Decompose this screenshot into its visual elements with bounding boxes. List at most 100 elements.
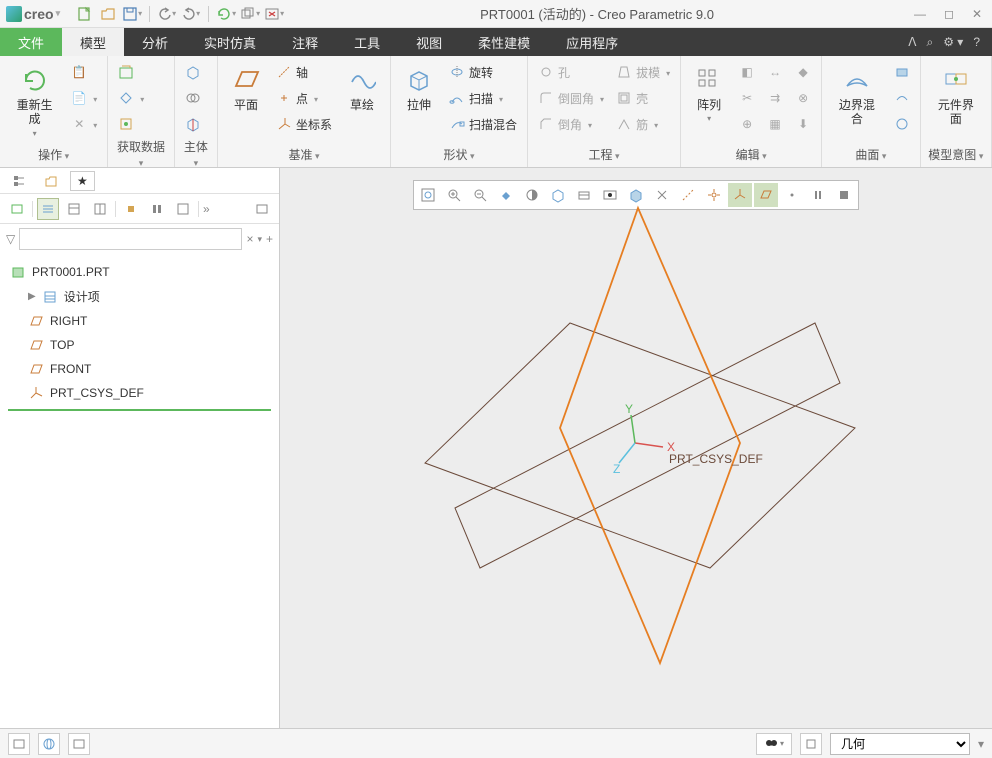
command-search-button[interactable]: ⌕ [926, 35, 933, 50]
extrude-button[interactable]: 拉伸 [397, 60, 441, 116]
mirror-button[interactable]: ◧ [735, 60, 759, 84]
body-split-button[interactable] [181, 112, 205, 136]
group-eng-label[interactable]: 工程 [589, 148, 620, 162]
close-window-button[interactable]: ▾ [264, 4, 284, 24]
minimize-button[interactable]: — [910, 7, 930, 21]
shell-button[interactable]: 壳 [612, 86, 674, 110]
tree-front[interactable]: FRONT [26, 357, 271, 381]
tree-search-input[interactable] [19, 228, 242, 250]
intersect-button[interactable]: ⊗ [791, 86, 815, 110]
tab-analysis[interactable]: 分析 [124, 28, 186, 56]
group-surf-label[interactable]: 曲面 [855, 148, 886, 162]
group-intent-label[interactable]: 模型意图 [928, 148, 983, 162]
status-expand-button[interactable]: ▾ [978, 737, 984, 751]
tree-options-button[interactable] [251, 198, 273, 220]
tree-expand-button[interactable]: » [203, 202, 210, 216]
regenerate-button[interactable]: ▾ [216, 4, 236, 24]
tree-design[interactable]: ▶ 设计项 [26, 284, 271, 309]
tree-simple-button[interactable] [37, 198, 59, 220]
extend-button[interactable]: ↔ [763, 60, 787, 84]
selection-button[interactable] [800, 733, 822, 755]
freeform-button[interactable] [890, 112, 914, 136]
regenerate-big-button[interactable]: 重新生成 ▾ [6, 60, 63, 142]
revolve-button[interactable]: 旋转 [445, 60, 521, 84]
body-new-button[interactable] [181, 60, 205, 84]
tree-display-button[interactable] [6, 198, 28, 220]
sidebar-tab-folder[interactable] [38, 172, 64, 190]
datum-point-button[interactable]: 点 [272, 86, 336, 110]
collapse-ribbon-button[interactable]: ᐱ [908, 35, 916, 49]
rib-button[interactable]: 筋 [612, 112, 674, 136]
maximize-button[interactable]: ◻ [940, 7, 958, 21]
filter-icon[interactable]: ▽ [6, 232, 15, 246]
tab-flex[interactable]: 柔性建模 [460, 28, 548, 56]
tab-annotate[interactable]: 注释 [274, 28, 336, 56]
save-button[interactable]: ▾ [122, 4, 142, 24]
new-file-button[interactable] [74, 4, 94, 24]
group-datum-label[interactable]: 基准 [288, 148, 319, 162]
group-body-label[interactable]: 主体 [184, 140, 208, 169]
windows-button[interactable]: ▾ [240, 4, 260, 24]
chamfer-button[interactable]: 倒角 [534, 112, 608, 136]
selection-filter-select[interactable]: 几何 [830, 733, 970, 755]
datum-csys-button[interactable]: 坐标系 [272, 112, 336, 136]
search-clear-button[interactable]: × [246, 232, 253, 246]
undo-button[interactable]: ▾ [157, 4, 177, 24]
copy-geometry-button[interactable] [114, 86, 148, 110]
datum-plane-button[interactable]: 平面 [224, 60, 268, 116]
tab-view[interactable]: 视图 [398, 28, 460, 56]
settings-gear-icon[interactable]: ⚙ ▾ [943, 35, 963, 49]
tree-root[interactable]: PRT0001.PRT [8, 260, 271, 284]
component-interface-button[interactable]: 元件界面 [927, 60, 985, 131]
datum-axis-button[interactable]: 轴 [272, 60, 336, 84]
group-operations-label[interactable]: 操作 [38, 148, 69, 162]
delete-button[interactable]: ✕ [67, 112, 101, 136]
tree-filter-button[interactable] [172, 198, 194, 220]
tab-tools[interactable]: 工具 [336, 28, 398, 56]
sweepblend-button[interactable]: 扫描混合 [445, 112, 521, 136]
help-button[interactable]: ? [973, 35, 980, 49]
tab-model[interactable]: 模型 [62, 28, 124, 56]
boundary-blend-button[interactable]: 边界混合 [828, 60, 886, 131]
open-file-button[interactable] [98, 4, 118, 24]
project-button[interactable]: ⬇ [791, 112, 815, 136]
hole-button[interactable]: 孔 [534, 60, 608, 84]
pattern-button[interactable]: 阵列 ▾ [687, 60, 731, 127]
group-edit-label[interactable]: 编辑 [736, 148, 767, 162]
paste-button[interactable]: 📄 [67, 86, 101, 110]
redo-button[interactable]: ▾ [181, 4, 201, 24]
tree-detail-button[interactable] [63, 198, 85, 220]
merge-button[interactable]: ⊕ [735, 112, 759, 136]
user-def-feature-button[interactable] [114, 60, 148, 84]
sweep-button[interactable]: 扫描 [445, 86, 521, 110]
copy-button[interactable]: 📋 [67, 60, 101, 84]
tree-right[interactable]: RIGHT [26, 309, 271, 333]
tree-insert-marker[interactable] [8, 409, 271, 411]
search-dropdown[interactable]: ▾ [257, 234, 262, 245]
tree-top[interactable]: TOP [26, 333, 271, 357]
sidebar-tab-favorites[interactable]: ★ [70, 171, 95, 191]
status-messages-button[interactable] [8, 733, 30, 755]
tab-simulation[interactable]: 实时仿真 [186, 28, 274, 56]
shrinkwrap-button[interactable] [114, 112, 148, 136]
search-add-button[interactable]: + [266, 232, 273, 246]
group-getdata-label[interactable]: 获取数据 [117, 140, 165, 169]
draft-button[interactable]: 拔模 [612, 60, 674, 84]
sidebar-tab-tree[interactable] [6, 172, 32, 190]
offset-button[interactable]: ⇉ [763, 86, 787, 110]
graphics-canvas[interactable]: X Y Z PRT_CSYS_DEF [280, 168, 992, 728]
body-boolean-button[interactable] [181, 86, 205, 110]
thicken-button[interactable]: ▦ [763, 112, 787, 136]
style-button[interactable] [890, 86, 914, 110]
find-button[interactable]: ▾ [756, 733, 792, 755]
group-shape-label[interactable]: 形状 [444, 148, 475, 162]
close-button[interactable]: ✕ [968, 7, 986, 21]
tree-settings-button[interactable] [146, 198, 168, 220]
status-web-button[interactable] [38, 733, 60, 755]
tab-app[interactable]: 应用程序 [548, 28, 636, 56]
round-button[interactable]: 倒圆角 [534, 86, 608, 110]
status-rect-button[interactable] [68, 733, 90, 755]
tab-file[interactable]: 文件 [0, 28, 62, 56]
solidify-button[interactable]: ◆ [791, 60, 815, 84]
sketch-button[interactable]: 草绘 [340, 60, 384, 116]
